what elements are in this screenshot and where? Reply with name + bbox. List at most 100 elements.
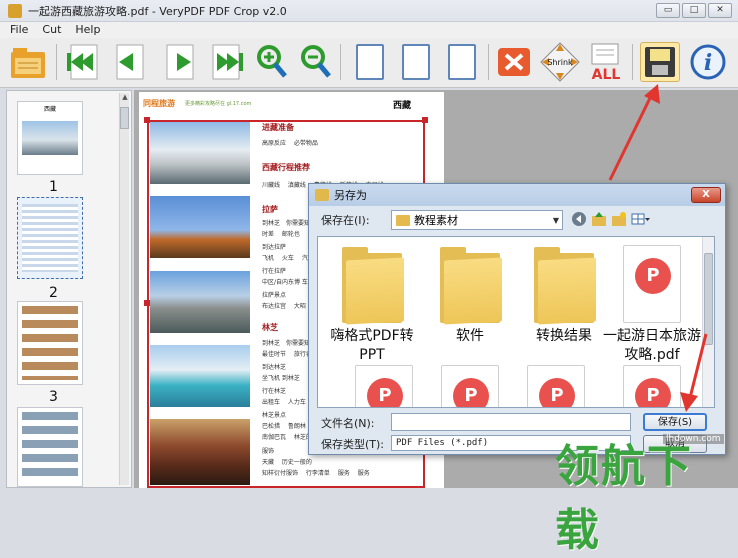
shrink-icon: Shrink	[540, 42, 580, 82]
page-number-1: 1	[49, 179, 58, 195]
thumbnail-page-1[interactable]: 西藏	[17, 101, 83, 175]
zoom-in-icon	[257, 45, 287, 78]
thumbnail-content	[22, 306, 78, 380]
item-label: 转换结果	[536, 328, 592, 344]
next-page-icon	[166, 44, 194, 80]
dialog-nav-buttons	[571, 211, 650, 227]
thumbnail-page-3[interactable]	[17, 301, 83, 385]
page-icon	[402, 44, 430, 80]
last-page-icon	[212, 44, 243, 80]
delete-x-icon	[498, 48, 530, 76]
annotation-arrow	[680, 333, 708, 412]
shrink-label: Shrink	[547, 58, 573, 67]
app-icon	[8, 3, 22, 18]
save-button[interactable]	[640, 42, 680, 82]
page-number-3: 3	[49, 389, 58, 405]
file-list: 嗨格式PDF转PPT 软件 转换结果 P 一起游日本旅游攻略.pdf P P P…	[317, 236, 715, 408]
folder-icon	[396, 214, 410, 226]
crop-handle[interactable]	[144, 117, 150, 123]
annotation-arrow	[608, 84, 660, 181]
shrink-button[interactable]: Shrink	[540, 42, 580, 82]
watermark-brand: 领航下载	[555, 441, 693, 556]
toolbar-separator	[56, 44, 57, 80]
scroll-thumb[interactable]	[120, 107, 129, 129]
pdf-file-icon: P	[441, 365, 499, 407]
apply-all-button[interactable]: ALL	[586, 42, 626, 82]
floppy-disk-icon	[645, 47, 675, 77]
open-folder-icon	[11, 48, 45, 78]
delete-crop-button[interactable]	[494, 42, 534, 82]
all-pages-icon: ALL	[591, 43, 620, 82]
new-folder-icon[interactable]	[611, 211, 627, 227]
open-file-button[interactable]	[8, 42, 48, 82]
pdf-file-icon: P	[527, 365, 585, 407]
list-item[interactable]: P	[422, 365, 518, 407]
crop-handle[interactable]	[144, 300, 150, 306]
document-tagline: 更多精彩攻略尽在 gl.17.com	[185, 101, 252, 107]
toolbar-separator	[632, 44, 633, 80]
zoom-in-button[interactable]	[250, 42, 290, 82]
document-heading: 西藏	[393, 101, 412, 111]
item-label: 嗨格式PDF转PPT	[330, 328, 414, 363]
window-controls: ▭ □ ✕	[656, 3, 732, 18]
document-logo: 同程旅游	[143, 99, 175, 108]
window-close-button[interactable]: ✕	[708, 3, 732, 18]
thumbnail-content	[22, 204, 78, 272]
list-item[interactable]: 转换结果	[516, 245, 612, 346]
folder-icon	[336, 245, 408, 325]
view-menu-icon[interactable]	[631, 211, 650, 227]
list-item[interactable]: P	[508, 365, 604, 407]
window-title: 一起游西藏旅游攻略.pdf - VeryPDF PDF Crop v2.0	[28, 4, 287, 18]
last-page-button[interactable]	[208, 42, 248, 82]
zoom-out-button[interactable]	[294, 42, 334, 82]
filename-input[interactable]	[391, 413, 631, 431]
next-page-button[interactable]	[162, 42, 202, 82]
filetype-label: 保存类型(T):	[321, 438, 385, 451]
thumbnail-photo	[22, 121, 78, 155]
thumbnail-page-4[interactable]	[17, 407, 83, 487]
zoom-out-icon	[301, 45, 331, 78]
crop-handle[interactable]	[422, 117, 428, 123]
thumbnail-heading: 西藏	[43, 106, 56, 113]
scroll-up-arrow-icon[interactable]: ▲	[120, 93, 130, 105]
dialog-title: 另存为	[334, 189, 367, 202]
previous-page-button[interactable]	[108, 42, 148, 82]
save-in-value: 教程素材	[414, 214, 458, 227]
chevron-down-icon: ▼	[552, 215, 559, 225]
svg-text:i: i	[704, 50, 712, 76]
actual-size-button[interactable]	[442, 42, 482, 82]
menu-file[interactable]: File	[10, 22, 28, 38]
pdf-file-icon: P	[623, 245, 681, 323]
save-in-dropdown[interactable]: 教程素材 ▼	[391, 210, 563, 230]
maximize-button[interactable]: □	[682, 3, 706, 18]
back-icon[interactable]	[571, 211, 587, 227]
minimize-button[interactable]: ▭	[656, 3, 680, 18]
thumbnail-scrollbar[interactable]: ▲	[119, 93, 129, 485]
fit-width-button[interactable]	[396, 42, 436, 82]
first-page-icon	[67, 44, 98, 80]
thumbnail-panel: 西藏 1 2 3 ▲	[6, 90, 132, 488]
list-item[interactable]: P	[336, 365, 432, 407]
up-folder-icon[interactable]	[591, 211, 607, 227]
menu-help[interactable]: Help	[75, 22, 100, 38]
item-label: 软件	[456, 328, 484, 344]
toolbar-separator	[488, 44, 489, 80]
list-item[interactable]: 嗨格式PDF转PPT	[324, 245, 420, 365]
fit-page-button[interactable]	[350, 42, 390, 82]
menu-bar: File Cut Help	[0, 22, 738, 38]
pdf-file-icon: P	[355, 365, 413, 407]
folder-icon	[315, 189, 329, 201]
folder-icon	[434, 245, 506, 325]
list-item[interactable]: 软件	[422, 245, 518, 346]
thumbnail-content	[22, 412, 78, 482]
save-in-label: 保存在(I):	[321, 214, 370, 227]
dialog-close-button[interactable]: X	[691, 187, 721, 203]
info-icon: i	[690, 44, 726, 80]
toolbar-separator	[340, 44, 341, 80]
title-bar: 一起游西藏旅游攻略.pdf - VeryPDF PDF Crop v2.0 ▭ …	[0, 0, 738, 22]
menu-cut[interactable]: Cut	[42, 22, 61, 38]
first-page-button[interactable]	[62, 42, 102, 82]
about-button[interactable]: i	[688, 42, 728, 82]
thumbnail-page-2[interactable]	[17, 197, 83, 279]
page-number-2: 2	[49, 285, 58, 301]
